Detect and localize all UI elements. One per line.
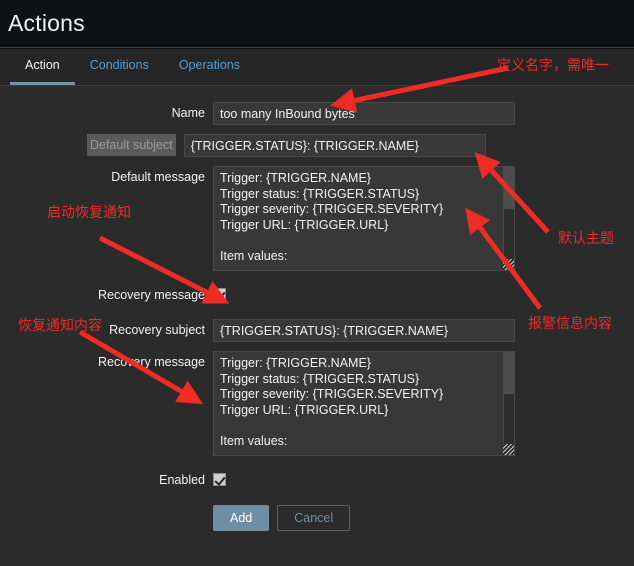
tab-conditions[interactable]: Conditions: [75, 49, 164, 85]
field-row-default-subject: Default subject: [0, 134, 634, 157]
field-row-name: Name: [0, 102, 634, 125]
form-actions: Add Cancel: [0, 505, 634, 531]
default-message-scrollbar[interactable]: [503, 167, 514, 270]
field-row-enabled: Enabled: [0, 469, 634, 491]
enabled-checkbox[interactable]: [213, 473, 226, 486]
name-input[interactable]: [213, 102, 515, 125]
cancel-button[interactable]: Cancel: [277, 505, 351, 531]
page-title: Actions: [8, 10, 85, 36]
field-row-recovery-subject: Recovery subject: [0, 319, 634, 342]
recovery-subject-label: Recovery subject: [109, 323, 205, 337]
default-message-container: Trigger: {TRIGGER.NAME} Trigger status: …: [213, 166, 515, 271]
recovery-message-container: Trigger: {TRIGGER.NAME} Trigger status: …: [213, 351, 515, 456]
add-button[interactable]: Add: [213, 505, 270, 531]
recovery-message-scrollbar[interactable]: [503, 352, 514, 455]
default-message-label: Default message: [111, 170, 205, 184]
field-row-default-message: Default message Trigger: {TRIGGER.NAME} …: [0, 166, 634, 271]
recovery-message-resize-grip[interactable]: [503, 444, 514, 455]
field-row-recovery-message-toggle: Recovery message: [0, 284, 634, 306]
recovery-message-checkbox[interactable]: [213, 288, 226, 301]
tab-operations[interactable]: Operations: [164, 49, 255, 85]
scrollbar-thumb[interactable]: [504, 352, 514, 394]
name-label: Name: [171, 106, 205, 120]
recovery-message-body-label: Recovery message: [98, 355, 205, 369]
default-message-textarea[interactable]: Trigger: {TRIGGER.NAME} Trigger status: …: [213, 166, 515, 271]
scrollbar-thumb[interactable]: [504, 167, 514, 209]
recovery-message-toggle-label: Recovery message: [98, 288, 205, 302]
tab-bar: Action Conditions Operations: [0, 49, 634, 86]
action-form: Name Default subject Default message Tri…: [0, 86, 634, 531]
enabled-label: Enabled: [159, 473, 205, 487]
field-row-recovery-message-body: Recovery message Trigger: {TRIGGER.NAME}…: [0, 351, 634, 456]
page-header: Actions: [0, 0, 634, 48]
tab-action[interactable]: Action: [10, 49, 75, 85]
default-message-resize-grip[interactable]: [503, 259, 514, 270]
recovery-message-textarea[interactable]: Trigger: {TRIGGER.NAME} Trigger status: …: [213, 351, 515, 456]
action-form-panel: Action Conditions Operations Name Defaul…: [0, 49, 634, 566]
recovery-subject-input[interactable]: [213, 319, 515, 342]
default-subject-label: Default subject: [87, 134, 176, 156]
default-subject-input[interactable]: [183, 134, 486, 157]
